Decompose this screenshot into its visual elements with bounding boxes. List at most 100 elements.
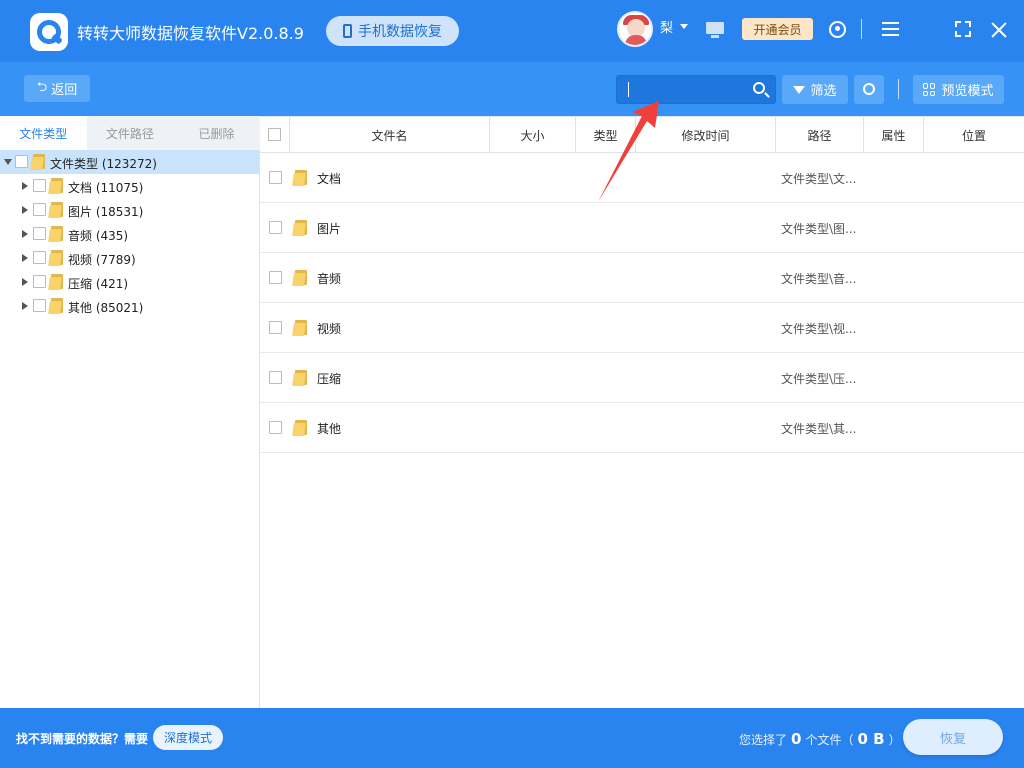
tab-file-type[interactable]: 文件类型 — [0, 116, 87, 150]
row-checkbox[interactable] — [269, 321, 282, 334]
folder-icon — [292, 370, 308, 386]
column-header-location[interactable]: 位置 — [924, 117, 1024, 153]
column-header-name[interactable]: 文件名 — [290, 117, 490, 153]
expand-right-icon[interactable] — [22, 278, 28, 286]
toolbar-divider — [898, 79, 899, 99]
expand-down-icon[interactable] — [4, 159, 12, 165]
row-checkbox[interactable] — [269, 171, 282, 184]
tab-file-path[interactable]: 文件路径 — [87, 116, 174, 150]
column-header-attributes[interactable]: 属性 — [864, 117, 924, 153]
user-avatar[interactable] — [617, 11, 653, 47]
filter-button[interactable]: 筛选 — [782, 75, 848, 104]
folder-icon — [292, 220, 308, 236]
row-name: 文档 — [317, 172, 342, 186]
tree-item-label: 视频 (7789) — [68, 253, 136, 267]
preview-mode-button[interactable]: 预览模式 — [913, 75, 1004, 104]
tree-checkbox[interactable] — [33, 275, 46, 288]
table-header: 文件名 大小 类型 修改时间 路径 属性 位置 — [260, 116, 1024, 153]
row-name: 压缩 — [317, 372, 342, 386]
select-all-checkbox[interactable] — [268, 128, 281, 141]
tree-item-audio[interactable]: 音频 (435) — [0, 222, 259, 246]
expand-right-icon[interactable] — [22, 182, 28, 190]
table-row[interactable]: 压缩 文件类型\压... — [260, 353, 1024, 403]
not-found-hint: 找不到需要的数据？需要 — [16, 732, 149, 746]
tree-checkbox[interactable] — [15, 155, 28, 168]
sidebar-tabs: 文件类型 文件路径 已删除 — [0, 116, 260, 150]
expand-right-icon[interactable] — [22, 230, 28, 238]
row-checkbox[interactable] — [269, 221, 282, 234]
search-input[interactable] — [616, 75, 776, 104]
app-title: 转转大师数据恢复软件V2.0.8.9 — [77, 24, 304, 43]
row-checkbox[interactable] — [269, 421, 282, 434]
table-row[interactable]: 文档 文件类型\文... — [260, 153, 1024, 203]
back-arrow-icon: ⮌ — [36, 79, 48, 95]
row-path: 文件类型\图... — [781, 222, 857, 236]
menu-icon[interactable] — [882, 22, 899, 36]
maximize-icon[interactable] — [955, 21, 971, 37]
row-checkbox[interactable] — [269, 371, 282, 384]
tree-checkbox[interactable] — [33, 227, 46, 240]
advanced-search-button[interactable] — [854, 75, 884, 104]
tree-root[interactable]: 文件类型 (123272) — [0, 150, 259, 174]
selected-size: 0 B — [857, 730, 885, 748]
column-header-type[interactable]: 类型 — [576, 117, 636, 153]
tree-checkbox[interactable] — [33, 179, 46, 192]
phone-recovery-label: 手机数据恢复 — [358, 24, 442, 40]
header-select-all[interactable] — [260, 117, 290, 153]
username[interactable]: 梨 — [660, 17, 673, 36]
list-search-icon — [863, 83, 875, 95]
tree-checkbox[interactable] — [33, 251, 46, 264]
deep-mode-button[interactable]: 深度模式 — [153, 725, 223, 750]
row-path: 文件类型\压... — [781, 372, 857, 386]
titlebar-divider — [861, 19, 862, 39]
close-icon[interactable] — [990, 21, 1008, 39]
column-header-modified[interactable]: 修改时间 — [636, 117, 776, 153]
tree-item-documents[interactable]: 文档 (11075) — [0, 174, 259, 198]
selected-count: 0 — [791, 730, 802, 748]
row-name: 视频 — [317, 322, 342, 336]
tree-item-archive[interactable]: 压缩 (421) — [0, 270, 259, 294]
tree-checkbox[interactable] — [33, 203, 46, 216]
chevron-down-icon[interactable] — [680, 24, 688, 29]
folder-icon — [30, 154, 46, 170]
folder-icon — [48, 274, 64, 290]
tree-checkbox[interactable] — [33, 299, 46, 312]
tree-item-other[interactable]: 其他 (85021) — [0, 294, 259, 318]
phone-recovery-button[interactable]: 手机数据恢复 — [326, 16, 459, 46]
column-header-path[interactable]: 路径 — [776, 117, 864, 153]
table-row[interactable]: 其他 文件类型\其... — [260, 403, 1024, 453]
expand-right-icon[interactable] — [22, 254, 28, 262]
row-name: 图片 — [317, 222, 342, 236]
table-row[interactable]: 音频 文件类型\音... — [260, 253, 1024, 303]
recover-button[interactable]: 恢复 — [903, 719, 1003, 755]
folder-icon — [48, 202, 64, 218]
customer-service-icon[interactable] — [829, 21, 846, 38]
text-cursor — [628, 82, 629, 97]
bottom-bar: 找不到需要的数据？需要 深度模式 您选择了 0 个文件（ 0 B ） 恢复 — [0, 708, 1024, 768]
table-row[interactable]: 视频 文件类型\视... — [260, 303, 1024, 353]
vip-button[interactable]: 开通会员 — [742, 18, 813, 40]
selection-mid: 个文件（ — [805, 733, 854, 747]
row-name: 音频 — [317, 272, 342, 286]
row-path: 文件类型\音... — [781, 272, 857, 286]
monitor-icon[interactable] — [706, 22, 724, 38]
search-icon[interactable] — [753, 82, 765, 94]
folder-icon — [48, 250, 64, 266]
folder-icon — [292, 170, 308, 186]
selection-summary: 您选择了 0 个文件（ 0 B ） — [739, 730, 901, 748]
folder-icon — [48, 178, 64, 194]
row-checkbox[interactable] — [269, 271, 282, 284]
tree-item-video[interactable]: 视频 (7789) — [0, 246, 259, 270]
table-row[interactable]: 图片 文件类型\图... — [260, 203, 1024, 253]
toolbar: ⮌ 返回 筛选 预览模式 — [0, 62, 1024, 116]
tree-item-images[interactable]: 图片 (18531) — [0, 198, 259, 222]
tab-deleted[interactable]: 已删除 — [173, 116, 260, 150]
tree-root-label: 文件类型 (123272) — [50, 157, 157, 171]
expand-right-icon[interactable] — [22, 206, 28, 214]
back-button[interactable]: ⮌ 返回 — [24, 75, 90, 102]
preview-mode-label: 预览模式 — [941, 84, 994, 99]
row-name: 其他 — [317, 422, 342, 436]
column-header-size[interactable]: 大小 — [490, 117, 576, 153]
expand-right-icon[interactable] — [22, 302, 28, 310]
filter-label: 筛选 — [810, 84, 837, 99]
